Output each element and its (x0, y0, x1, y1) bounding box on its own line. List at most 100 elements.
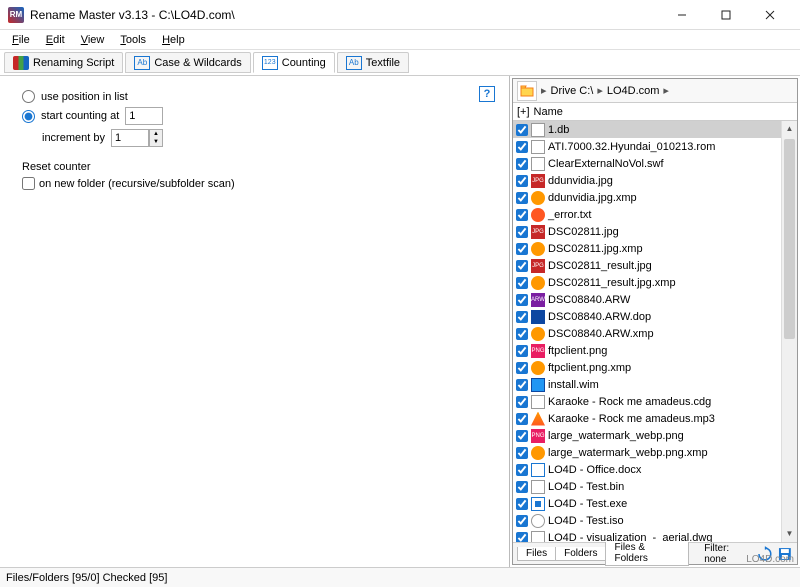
png-icon (531, 344, 545, 358)
file-row[interactable]: DSC02811_result.jpg.xmp (513, 274, 797, 291)
file-row[interactable]: DSC08840.ARW.dop (513, 308, 797, 325)
file-row[interactable]: DSC02811.jpg.xmp (513, 240, 797, 257)
spinner-up[interactable]: ▲ (150, 130, 162, 138)
file-checkbox[interactable] (516, 311, 528, 323)
spinner-down[interactable]: ▼ (150, 138, 162, 146)
maximize-button[interactable] (704, 1, 748, 29)
start-value-input[interactable] (125, 107, 163, 125)
tab-counting[interactable]: 123 Counting (253, 52, 335, 73)
path-separator: ▸ (541, 84, 547, 97)
file-row[interactable]: DSC08840.ARW (513, 291, 797, 308)
file-name: ddunvidia.jpg (548, 175, 613, 187)
file-checkbox[interactable] (516, 447, 528, 459)
file-row[interactable]: LO4D - Test.exe (513, 495, 797, 512)
file-row[interactable]: 1.db (513, 121, 797, 138)
file-checkbox[interactable] (516, 124, 528, 136)
scroll-up[interactable]: ▲ (782, 121, 797, 137)
close-button[interactable] (748, 1, 792, 29)
file-row[interactable]: LO4D - visualization_-_aerial.dwg (513, 529, 797, 542)
menu-tools[interactable]: Tools (112, 32, 154, 48)
file-name: LO4D - Test.bin (548, 481, 624, 493)
file-checkbox[interactable] (516, 413, 528, 425)
txt-icon (531, 208, 545, 222)
file-checkbox[interactable] (516, 260, 528, 272)
case-icon: Ab (134, 56, 150, 70)
file-row[interactable]: LO4D - Test.bin (513, 478, 797, 495)
file-checkbox[interactable] (516, 328, 528, 340)
file-checkbox[interactable] (516, 158, 528, 170)
menu-edit[interactable]: Edit (38, 32, 73, 48)
file-row[interactable]: _error.txt (513, 206, 797, 223)
column-name[interactable]: Name (534, 106, 563, 118)
tab-renaming-script[interactable]: Renaming Script (4, 52, 123, 73)
tab-label: Textfile (366, 57, 400, 69)
file-checkbox[interactable] (516, 430, 528, 442)
file-row[interactable]: ftpclient.png (513, 342, 797, 359)
app-icon: RM (8, 7, 24, 23)
path-separator: ▸ (663, 84, 669, 97)
file-checkbox[interactable] (516, 226, 528, 238)
scrollbar[interactable]: ▲ ▼ (781, 121, 797, 542)
minimize-button[interactable] (660, 1, 704, 29)
folder-up-button[interactable] (517, 81, 537, 101)
file-checkbox[interactable] (516, 362, 528, 374)
btab-folders[interactable]: Folders (555, 547, 606, 561)
file-row[interactable]: LO4D - Test.iso (513, 512, 797, 529)
scroll-down[interactable]: ▼ (782, 526, 797, 542)
checkbox-on-new-folder[interactable] (22, 177, 35, 190)
file-checkbox[interactable] (516, 243, 528, 255)
menu-help[interactable]: Help (154, 32, 193, 48)
file-checkbox[interactable] (516, 175, 528, 187)
file-row[interactable]: LO4D - Office.docx (513, 461, 797, 478)
file-checkbox[interactable] (516, 498, 528, 510)
file-checkbox[interactable] (516, 141, 528, 153)
help-icon[interactable]: ? (479, 86, 495, 102)
file-list[interactable]: 1.dbATI.7000.32.Hyundai_010213.romClearE… (513, 121, 797, 542)
file-row[interactable]: ftpclient.png.xmp (513, 359, 797, 376)
file-row[interactable]: DSC02811.jpg (513, 223, 797, 240)
file-checkbox[interactable] (516, 532, 528, 543)
file-row[interactable]: Karaoke - Rock me amadeus.mp3 (513, 410, 797, 427)
xmp-icon (531, 191, 545, 205)
scroll-thumb[interactable] (784, 139, 795, 339)
file-checkbox[interactable] (516, 481, 528, 493)
file-checkbox[interactable] (516, 294, 528, 306)
btab-files[interactable]: Files (517, 547, 556, 561)
file-checkbox[interactable] (516, 464, 528, 476)
file-row[interactable]: ATI.7000.32.Hyundai_010213.rom (513, 138, 797, 155)
tab-case-wildcards[interactable]: Ab Case & Wildcards (125, 52, 250, 73)
left-pane: ? use position in list start counting at… (0, 76, 510, 567)
path-folder[interactable]: LO4D.com (607, 85, 660, 97)
file-checkbox[interactable] (516, 515, 528, 527)
radio-start-counting[interactable] (22, 110, 35, 123)
checkbox-label: on new folder (recursive/subfolder scan) (39, 178, 235, 190)
file-checkbox[interactable] (516, 379, 528, 391)
tab-textfile[interactable]: Ab Textfile (337, 52, 409, 73)
file-checkbox[interactable] (516, 209, 528, 221)
file-checkbox[interactable] (516, 345, 528, 357)
file-checkbox[interactable] (516, 396, 528, 408)
menu-view[interactable]: View (73, 32, 113, 48)
file-row[interactable]: ddunvidia.jpg.xmp (513, 189, 797, 206)
file-row[interactable]: large_watermark_webp.png (513, 427, 797, 444)
increment-input[interactable] (111, 129, 149, 147)
file-row[interactable]: Karaoke - Rock me amadeus.cdg (513, 393, 797, 410)
file-row[interactable]: ddunvidia.jpg (513, 172, 797, 189)
path-drive[interactable]: Drive C:\ (551, 85, 594, 97)
file-checkbox[interactable] (516, 277, 528, 289)
iso-icon (531, 514, 545, 528)
column-header[interactable]: [+] Name (513, 103, 797, 121)
btab-files-folders[interactable]: Files & Folders (605, 541, 689, 566)
xmp-icon (531, 361, 545, 375)
file-row[interactable]: DSC08840.ARW.xmp (513, 325, 797, 342)
file-name: ddunvidia.jpg.xmp (548, 192, 637, 204)
radio-use-position[interactable] (22, 90, 35, 103)
menu-file[interactable]: File (4, 32, 38, 48)
file-row[interactable]: large_watermark_webp.png.xmp (513, 444, 797, 461)
file-row[interactable]: install.wim (513, 376, 797, 393)
file-checkbox[interactable] (516, 192, 528, 204)
expand-toggle[interactable]: [+] (517, 106, 530, 118)
file-row[interactable]: ClearExternalNoVol.swf (513, 155, 797, 172)
file-row[interactable]: DSC02811_result.jpg (513, 257, 797, 274)
file-name: Karaoke - Rock me amadeus.cdg (548, 396, 711, 408)
